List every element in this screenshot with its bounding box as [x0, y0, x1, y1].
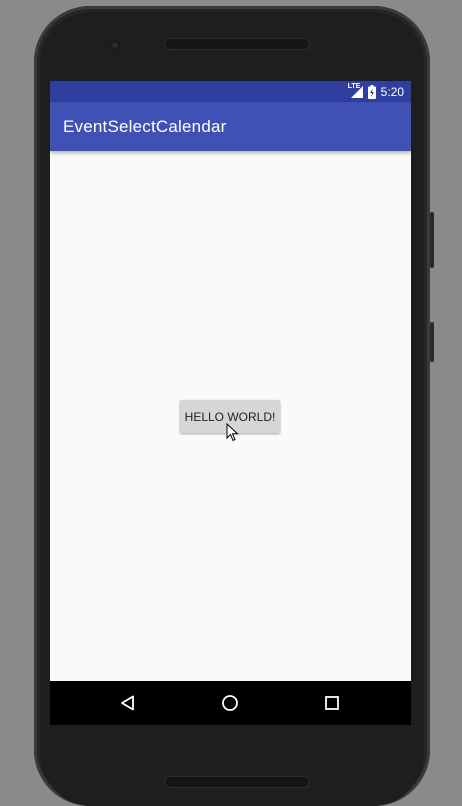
- power-button[interactable]: [430, 322, 434, 362]
- main-content: HELLO WORLD!: [50, 151, 411, 681]
- back-triangle-icon: [121, 695, 134, 711]
- recents-button[interactable]: [302, 681, 362, 725]
- mouse-pointer-icon: [226, 423, 239, 442]
- bottom-speaker-grille: [164, 776, 310, 788]
- back-button[interactable]: [98, 681, 158, 725]
- battery-charging-icon: [367, 84, 376, 99]
- top-speaker-grille: [164, 38, 310, 50]
- network-type-label: LTE: [347, 82, 361, 90]
- app-title: EventSelectCalendar: [63, 117, 227, 136]
- status-time: 5:20: [380, 84, 404, 99]
- device-screen: LTE 5:20 EventSelectCalendar HELLO WORLD…: [50, 81, 411, 725]
- recents-square-icon: [325, 696, 339, 710]
- navigation-bar: [50, 681, 411, 725]
- cell-signal-icon: LTE: [347, 82, 363, 98]
- status-icons: LTE 5:20: [347, 81, 404, 102]
- home-button[interactable]: [200, 681, 260, 725]
- front-camera: [110, 40, 120, 50]
- status-bar: LTE 5:20: [50, 81, 411, 102]
- app-toolbar: EventSelectCalendar: [50, 102, 411, 151]
- home-circle-icon: [222, 695, 238, 711]
- volume-button[interactable]: [430, 212, 434, 268]
